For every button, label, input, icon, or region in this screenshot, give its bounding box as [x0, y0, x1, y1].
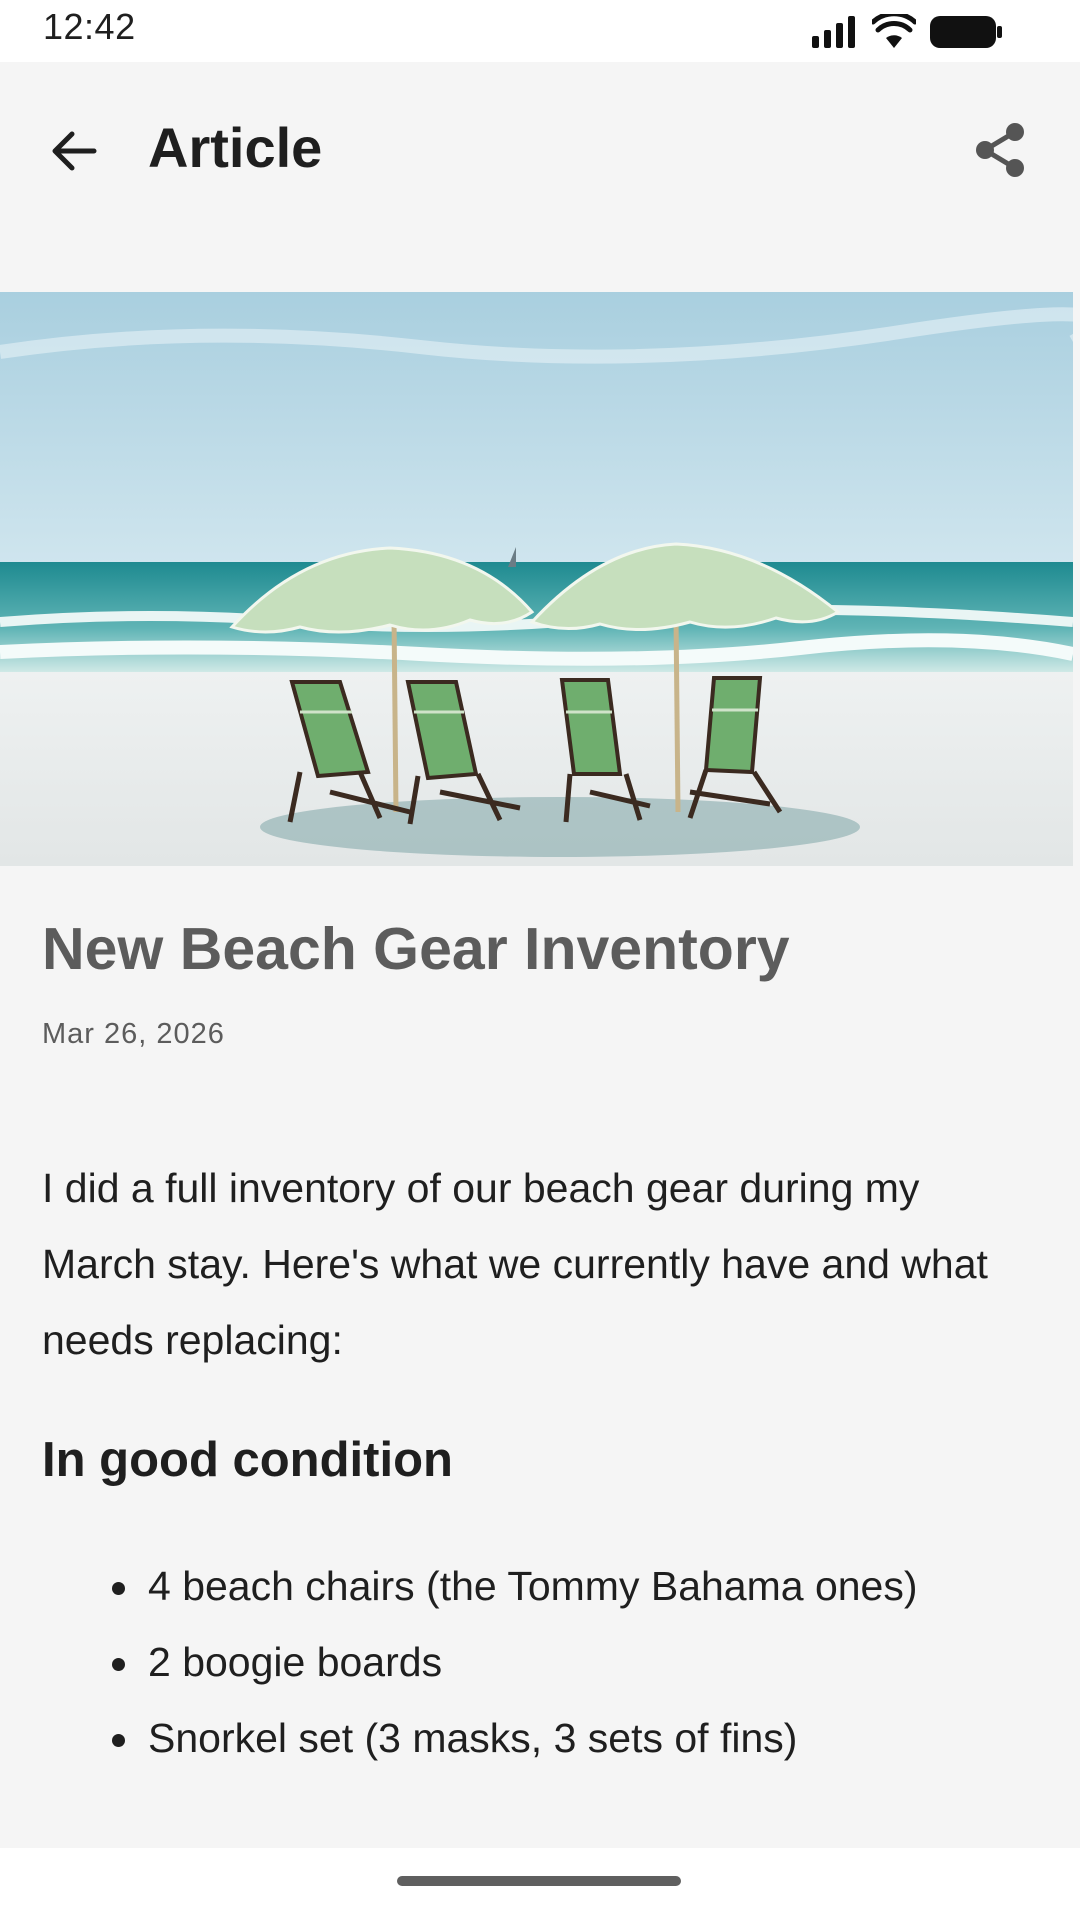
- section-heading: In good condition: [42, 1433, 453, 1487]
- hero-image: [0, 292, 1073, 866]
- arrow-left-icon: [52, 131, 97, 171]
- navigation-bar: [0, 1848, 1080, 1920]
- list-item: 4 beach chairs (the Tommy Bahama ones): [108, 1548, 1068, 1624]
- wifi-icon: [872, 14, 916, 48]
- article-title: New Beach Gear Inventory: [42, 916, 790, 982]
- status-bar: 12:42: [0, 0, 1080, 62]
- list-item: Snorkel set (3 masks, 3 sets of fins): [108, 1700, 1068, 1776]
- signal-icon: [812, 16, 855, 48]
- status-time: 12:42: [43, 6, 136, 47]
- status-icons: [812, 12, 1002, 52]
- back-button[interactable]: [36, 113, 112, 189]
- battery-icon: [930, 16, 1002, 48]
- beach-umbrellas-chairs-image: [0, 292, 1073, 866]
- article-date: Mar 26, 2026: [42, 1018, 225, 1050]
- share-icon: [976, 123, 1024, 177]
- gear-list: 4 beach chairs (the Tommy Bahama ones) 2…: [108, 1548, 1068, 1776]
- share-button[interactable]: [960, 110, 1040, 190]
- article-intro: I did a full inventory of our beach gear…: [42, 1165, 988, 1363]
- app-bar-title: Article: [148, 116, 323, 179]
- list-item: 2 boogie boards: [108, 1624, 1068, 1700]
- home-indicator[interactable]: [397, 1876, 681, 1886]
